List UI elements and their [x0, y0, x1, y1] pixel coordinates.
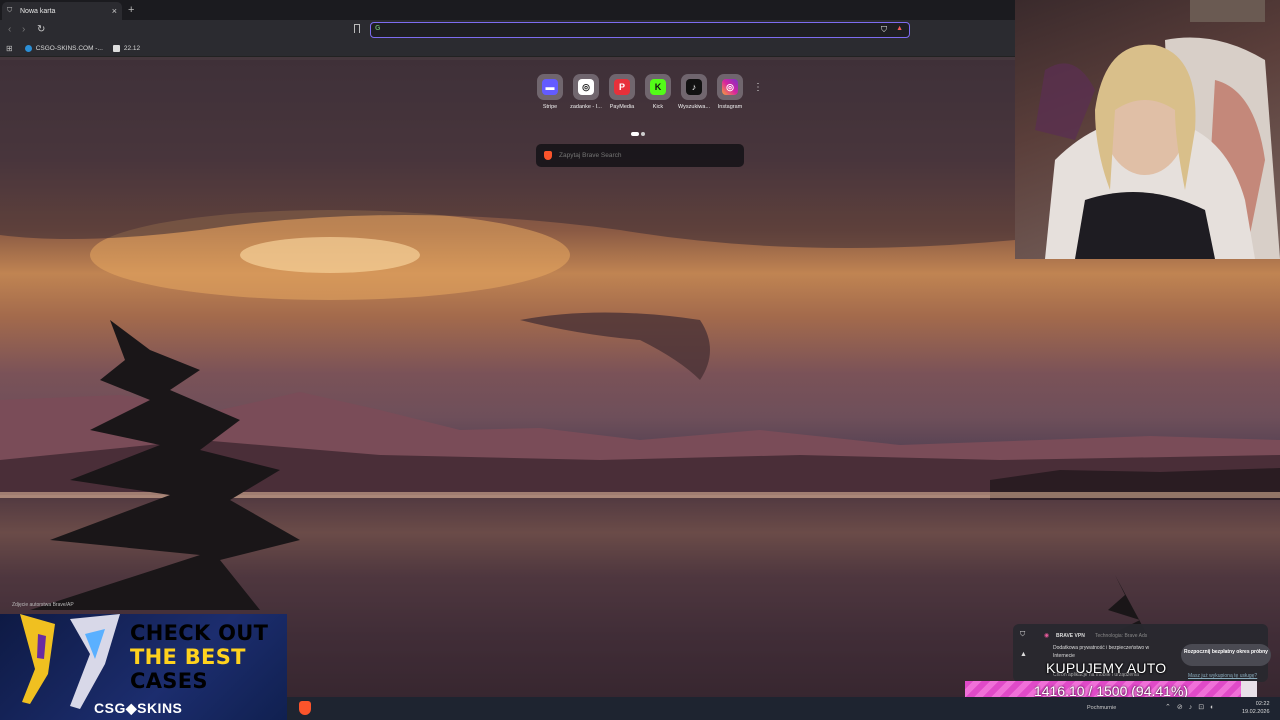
screen: ⛉ Nowa karta × + ‹ › ↻ G ⛉ ▲ ⊞ CSGO-SKIN… — [0, 0, 1280, 720]
tab-strip: ⛉ Nowa karta × + — [0, 0, 1015, 20]
system-tray-icons[interactable]: ⌃⊘♪⊡◐ — [1165, 703, 1220, 711]
paymedia-icon: P — [614, 79, 630, 95]
brave-shield-icon: ⛉ — [7, 7, 13, 14]
ad-headline-1: CHECK OUT — [130, 621, 269, 645]
top-sites-shortcuts: ▬ Stripe ◎ zadanke - I... P PayMedia K K… — [534, 74, 774, 118]
tiktok-icon: ♪ — [686, 79, 702, 95]
windows-taskbar: Pochmurnie ⌃⊘♪⊡◐ 02:22 19.02.2026 — [287, 697, 1280, 720]
forward-arrow-icon[interactable]: › — [22, 23, 25, 37]
reload-icon[interactable]: ↻ — [37, 23, 45, 37]
taskbar-clock[interactable]: 02:22 19.02.2026 — [1242, 700, 1270, 716]
bookmark-label: CSGO-SKINS.COM -... — [35, 44, 103, 52]
shortcut-label: Kick — [652, 104, 664, 110]
ad-headline-3: CASES — [130, 669, 208, 693]
vpn-start-trial-button[interactable]: Rozpocznij bezpłatny okres próbny — [1181, 644, 1271, 666]
vpn-title: BRAVE VPN — [1056, 633, 1085, 639]
tab-title: Nowa karta — [20, 7, 56, 15]
new-tab-plus-icon[interactable]: + — [128, 3, 134, 17]
vpn-text-2: Internecie — [1053, 653, 1075, 659]
vpn-text-1: Dodatkowa prywatność i bezpieczeństwo w — [1053, 645, 1150, 651]
vpn-warning-icon: ▲ — [1020, 651, 1027, 658]
url-input[interactable] — [387, 24, 867, 36]
vpn-brand-icon: ◉ — [1044, 633, 1050, 639]
browser-toolbar: ‹ › ↻ G ⛉ ▲ — [0, 20, 1015, 40]
apps-grid-icon[interactable]: ⊞ — [6, 44, 13, 53]
clock-date: 19.02.2026 — [1242, 709, 1270, 715]
brave-taskbar-icon[interactable] — [299, 701, 311, 715]
shortcuts-pagination[interactable] — [631, 123, 647, 141]
shortcut-label: Stripe — [542, 104, 558, 110]
csgo-skins-favicon-icon — [24, 44, 32, 52]
bookmark-icon[interactable] — [354, 24, 360, 33]
wallpaper-credit[interactable]: Zdjęcie autorstwa Brave/AP — [12, 602, 74, 608]
address-bar[interactable]: G ⛉ ▲ — [370, 22, 910, 38]
shortcut-tiktok[interactable]: ♪ Wyszukiwa... — [678, 74, 710, 110]
stripe-icon: ▬ — [542, 79, 558, 95]
brave-search-box[interactable] — [536, 144, 744, 167]
csgo-skins-ad-banner: CHECK OUT THE BEST CASES CSG◆SKINS — [0, 614, 287, 720]
shortcut-label: PayMedia — [609, 104, 635, 110]
tab-new-tab[interactable]: ⛉ Nowa karta × — [2, 2, 122, 20]
search-input[interactable] — [559, 152, 729, 159]
bookmarks-bar: ⊞ CSGO-SKINS.COM -... 22.12 — [0, 40, 1015, 57]
brave-rewards-icon[interactable]: ▲ — [896, 25, 903, 32]
vpn-already-subscribed-link[interactable]: Masz już wykupioną tę usługę? — [1188, 673, 1257, 679]
openai-icon: ◎ — [578, 79, 594, 95]
back-arrow-icon[interactable]: ‹ — [8, 23, 11, 37]
shortcut-zadanke[interactable]: ◎ zadanke - I... — [570, 74, 602, 110]
document-favicon-icon — [112, 44, 120, 52]
shortcut-label: Wyszukiwa... — [678, 104, 710, 110]
google-icon: G — [375, 25, 381, 32]
bookmark-label: 22.12 — [123, 44, 141, 52]
shortcut-label: Instagram — [717, 104, 743, 110]
donation-goal-title: KUPUJEMY AUTO — [1046, 660, 1167, 676]
instagram-icon: ◎ — [722, 79, 738, 95]
brave-lion-icon — [544, 151, 552, 160]
more-options-icon[interactable]: ⋮ — [753, 82, 763, 93]
bookmark-item-22-12[interactable]: 22.12 — [112, 44, 141, 52]
webcam-feed-graphic — [1035, 0, 1280, 259]
weather-widget[interactable]: Pochmurnie — [1087, 705, 1116, 711]
shortcut-stripe[interactable]: ▬ Stripe — [534, 74, 566, 110]
shortcut-label: zadanke - I... — [570, 104, 602, 110]
vpn-shield-icon: ⛉ — [1020, 631, 1026, 638]
webcam-overlay — [1015, 0, 1280, 259]
ad-headline-2: THE BEST — [130, 645, 246, 669]
kick-icon: K — [650, 79, 666, 95]
shortcut-instagram[interactable]: ◎ Instagram — [714, 74, 746, 110]
brave-shields-icon[interactable]: ⛉ — [881, 25, 887, 35]
csgo-skins-logo: CSG◆SKINS — [94, 700, 183, 716]
vpn-source: Technologia: Brave Ads — [1095, 633, 1148, 639]
clock-time: 02:22 — [1255, 701, 1270, 707]
shortcut-paymedia[interactable]: P PayMedia — [606, 74, 638, 110]
close-tab-icon[interactable]: × — [112, 6, 117, 16]
bookmark-item-csgo-skins[interactable]: CSGO-SKINS.COM -... — [24, 44, 103, 52]
shortcut-kick[interactable]: K Kick — [642, 74, 674, 110]
